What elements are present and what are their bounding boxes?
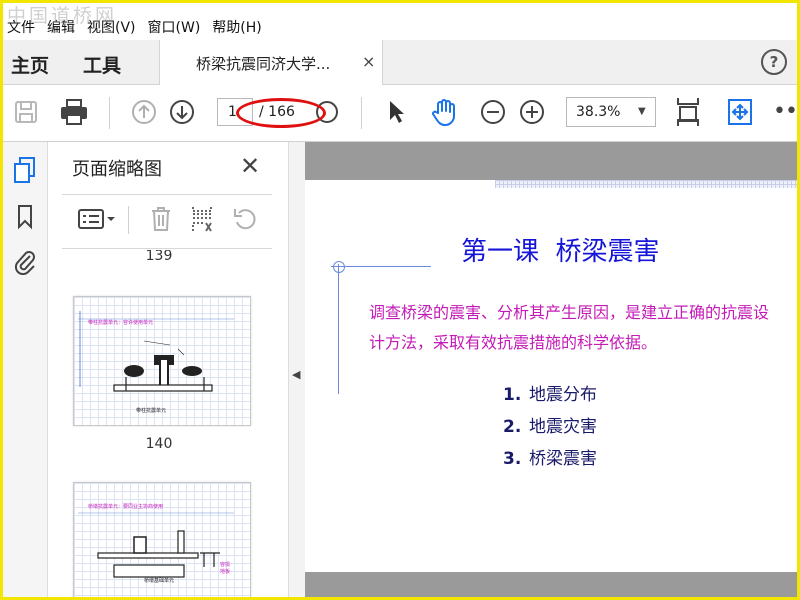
document-tab[interactable]: 桥梁抗震同济大学... ×: [159, 40, 383, 85]
list-number: 2.: [503, 417, 522, 437]
document-view[interactable]: 第一课 桥梁震害 调查桥梁的震害、分析其产生原因，是建立正确的抗震设计方法，采取…: [305, 142, 797, 597]
print-icon[interactable]: [57, 95, 91, 129]
page-number-input[interactable]: 1: [217, 98, 253, 126]
decorative-circle: [333, 261, 345, 273]
fit-page-icon[interactable]: [671, 95, 705, 129]
list-item: 2. 地震灾害: [503, 412, 597, 444]
list-item: 1. 地震分布: [503, 380, 597, 412]
menu-window[interactable]: 窗口(W): [144, 17, 209, 37]
collapse-panel-icon[interactable]: ◀: [292, 368, 300, 381]
attachment-icon[interactable]: [8, 244, 42, 278]
zoom-value: 38.3%: [576, 104, 621, 120]
list-number: 3.: [503, 449, 522, 469]
hand-tool-icon[interactable]: [427, 95, 461, 129]
previous-page-icon[interactable]: [127, 95, 161, 129]
page-total: / 166: [259, 104, 295, 120]
thumbnail-list: 139 带柱抗震单元：容许使用单元 带柱抗震单元 140 桥墩抗震单元：要同业主…: [48, 250, 258, 597]
select-cursor-icon[interactable]: [379, 95, 413, 129]
thumbnail-side-label: 容损地板: [220, 562, 231, 575]
decorative-line: [338, 264, 339, 394]
help-icon[interactable]: ?: [761, 49, 787, 75]
insert-page-icon[interactable]: [185, 202, 219, 236]
toolbar: 1 / 166 38.3% ▼ •••: [3, 85, 797, 142]
delete-page-icon[interactable]: [144, 202, 178, 236]
panel-divider: [62, 248, 272, 249]
zoom-fit-icon[interactable]: [310, 95, 344, 129]
save-icon[interactable]: [9, 95, 43, 129]
bullet-list: 1. 地震分布 2. 地震灾害 3. 桥梁震害: [503, 380, 597, 476]
full-screen-icon[interactable]: [723, 95, 757, 129]
list-item: 3. 桥梁震害: [503, 444, 597, 476]
zoom-in-icon[interactable]: [515, 95, 549, 129]
slide-page: 第一课 桥梁震害 调查桥梁的震害、分析其产生原因，是建立正确的抗震设计方法，采取…: [305, 180, 797, 572]
next-page-icon[interactable]: [165, 95, 199, 129]
thumbnails-panel: 页面缩略图 ✕ 139 带柱抗震单元：容许使用单元 带柱抗震单元 140 桥墩抗…: [48, 142, 326, 597]
more-options-icon[interactable]: •••: [773, 99, 797, 124]
panel-divider: [128, 206, 129, 234]
menu-file[interactable]: 文件: [3, 17, 43, 37]
page-thumbnails-icon[interactable]: [8, 154, 42, 188]
zoom-select[interactable]: 38.3% ▼: [566, 97, 656, 127]
list-text: 桥梁震害: [529, 449, 597, 469]
page-thumbnail[interactable]: 桥墩抗震单元：要同业主协商使用 桥墩基础单元 容损地板: [73, 482, 251, 597]
menu-view[interactable]: 视图(V): [83, 17, 144, 37]
page-number-label: 139: [145, 250, 173, 264]
rotate-page-icon[interactable]: [228, 202, 262, 236]
thumbnail-drawing: [78, 311, 234, 392]
chevron-down-icon: ▼: [638, 106, 646, 117]
list-number: 1.: [503, 385, 522, 405]
tools-nav[interactable]: 工具: [83, 51, 121, 78]
page-number-label: 140: [145, 436, 173, 452]
tab-row: 主页 工具 桥梁抗震同济大学... × ?: [3, 40, 797, 85]
app-window: 中国道桥网 文件 编辑 视图(V) 窗口(W) 帮助(H) 主页 工具 桥梁抗震…: [0, 0, 800, 600]
panel-divider: [62, 194, 272, 195]
menu-edit[interactable]: 编辑: [43, 17, 83, 37]
list-text: 地震灾害: [529, 417, 597, 437]
home-nav[interactable]: 主页: [11, 51, 49, 78]
thumbnail-caption: 带柱抗震单元: [136, 408, 167, 414]
thumbnail-heading: 带柱抗震单元：容许使用单元: [88, 320, 154, 326]
decorative-line: [331, 266, 431, 267]
panel-splitter[interactable]: ◀: [288, 142, 305, 597]
panel-title: 页面缩略图: [72, 159, 162, 180]
list-text: 地震分布: [529, 385, 597, 405]
thumbnail-heading: 桥墩抗震单元：要同业主协商使用: [88, 504, 164, 510]
thumbnail-caption: 桥墩基础单元: [144, 578, 175, 584]
toolbar-divider: [361, 97, 362, 129]
zoom-out-icon[interactable]: [476, 95, 510, 129]
page-pattern-band: [495, 180, 797, 188]
tab-close-icon[interactable]: ×: [362, 52, 375, 71]
document-tab-title: 桥梁抗震同济大学...: [196, 55, 331, 73]
bookmark-icon[interactable]: [8, 200, 42, 234]
slide-title: 第一课 桥梁震害: [461, 237, 660, 267]
left-rail: [3, 142, 48, 597]
slide-description: 调查桥梁的震害、分析其产生原因，是建立正确的抗震设计方法，采取有效抗震措施的科学…: [369, 303, 770, 352]
thumbnail-options-icon[interactable]: [74, 202, 120, 236]
page-thumbnail[interactable]: 带柱抗震单元：容许使用单元 带柱抗震单元: [73, 296, 251, 426]
menu-bar: 文件 编辑 视图(V) 窗口(W) 帮助(H): [3, 16, 797, 38]
menu-help[interactable]: 帮助(H): [208, 17, 269, 37]
panel-close-icon[interactable]: ✕: [240, 152, 260, 180]
toolbar-divider: [109, 97, 110, 129]
